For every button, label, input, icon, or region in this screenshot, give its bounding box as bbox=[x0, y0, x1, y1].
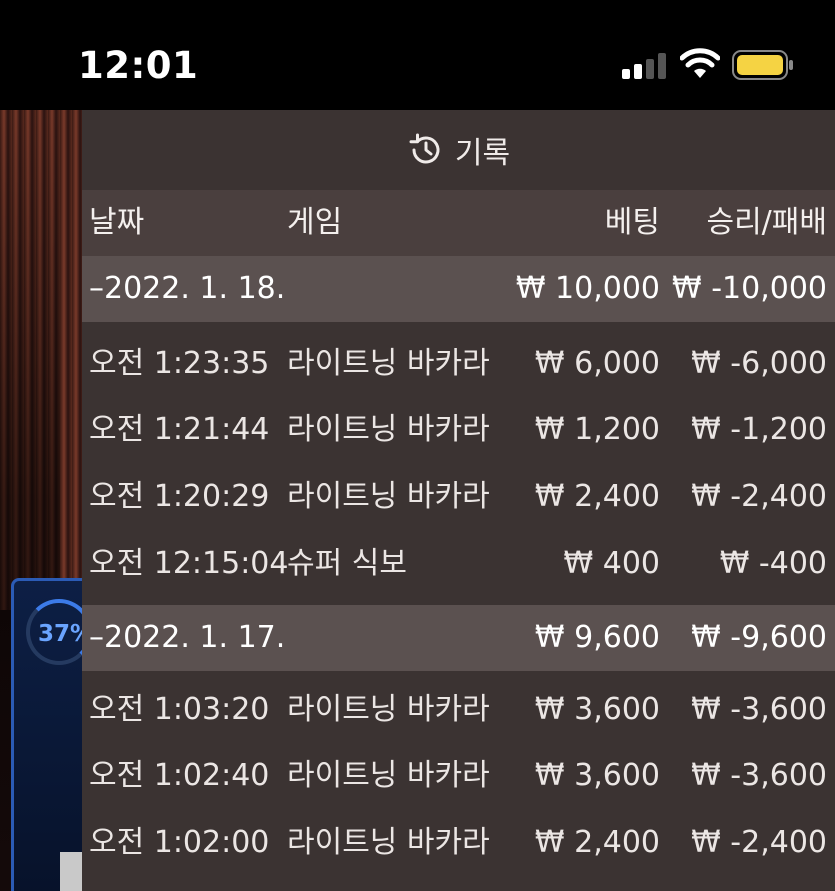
row-time: 오전 1:23:35 bbox=[89, 346, 270, 381]
history-icon bbox=[409, 133, 440, 164]
row-date: –2022. 1. 18. bbox=[89, 271, 286, 306]
column-header-bet: 베팅 bbox=[604, 205, 660, 240]
row-time: 오전 1:21:44 bbox=[89, 412, 270, 447]
row-result: ₩ -6,000 bbox=[691, 346, 827, 381]
history-row[interactable]: 오전 1:02:40 라이트닝 바카라 ₩ 3,600 ₩ -3,600 bbox=[82, 743, 835, 809]
table-header: 날짜 게임 베팅 승리/패배 bbox=[82, 190, 835, 256]
row-bet: ₩ 3,600 bbox=[534, 758, 660, 793]
history-row[interactable]: 오전 12:15:04 슈퍼 식보 ₩ 400 ₩ -400 bbox=[82, 531, 835, 597]
status-time: 12:01 bbox=[78, 44, 199, 87]
row-result: ₩ -9,600 bbox=[691, 620, 827, 655]
column-header-date: 날짜 bbox=[89, 205, 145, 240]
wifi-icon bbox=[680, 48, 720, 78]
row-game: 라이트닝 바카라 bbox=[287, 479, 490, 514]
row-game: 라이트닝 바카라 bbox=[287, 758, 490, 793]
row-result: ₩ -2,400 bbox=[691, 479, 827, 514]
row-time: 오전 1:20:29 bbox=[89, 479, 270, 514]
row-result: ₩ -1,200 bbox=[691, 412, 827, 447]
row-bet: ₩ 9,600 bbox=[534, 620, 660, 655]
row-bet: ₩ 10,000 bbox=[515, 271, 660, 306]
row-bet: ₩ 2,400 bbox=[534, 479, 660, 514]
cellular-signal-icon bbox=[622, 53, 668, 79]
row-result: ₩ -10,000 bbox=[672, 271, 827, 306]
row-result: ₩ -2,400 bbox=[691, 825, 827, 860]
row-game: 라이트닝 바카라 bbox=[287, 346, 490, 381]
row-bet: ₩ 2,400 bbox=[534, 825, 660, 860]
row-bet: ₩ 1,200 bbox=[534, 412, 660, 447]
row-date: –2022. 1. 17. bbox=[89, 620, 286, 655]
history-row[interactable]: 오전 1:23:35 라이트닝 바카라 ₩ 6,000 ₩ -6,000 bbox=[82, 331, 835, 397]
row-bet: ₩ 400 bbox=[563, 546, 660, 581]
history-row[interactable]: 오전 1:21:44 라이트닝 바카라 ₩ 1,200 ₩ -1,200 bbox=[82, 397, 835, 463]
row-game: 라이트닝 바카라 bbox=[287, 692, 490, 727]
row-bet: ₩ 6,000 bbox=[534, 346, 660, 381]
row-game: 슈퍼 식보 bbox=[287, 546, 407, 581]
date-group-row[interactable]: –2022. 1. 18. ₩ 10,000 ₩ -10,000 bbox=[82, 256, 835, 322]
row-game: 라이트닝 바카라 bbox=[287, 825, 490, 860]
row-time: 오전 12:15:04 bbox=[89, 546, 289, 581]
row-time: 오전 1:02:00 bbox=[89, 825, 270, 860]
panel-header: 기록 bbox=[82, 110, 835, 190]
row-time: 오전 1:02:40 bbox=[89, 758, 270, 793]
column-header-result: 승리/패배 bbox=[706, 205, 827, 240]
column-header-game: 게임 bbox=[287, 205, 343, 240]
row-time: 오전 1:03:20 bbox=[89, 692, 270, 727]
date-group-row[interactable]: –2022. 1. 17. ₩ 9,600 ₩ -9,600 bbox=[82, 605, 835, 671]
history-row[interactable]: 오전 1:02:00 라이트닝 바카라 ₩ 2,400 ₩ -2,400 bbox=[82, 810, 835, 876]
row-bet: ₩ 3,600 bbox=[534, 692, 660, 727]
row-result: ₩ -3,600 bbox=[691, 758, 827, 793]
history-row[interactable]: 오전 1:20:29 라이트닝 바카라 ₩ 2,400 ₩ -2,400 bbox=[82, 464, 835, 530]
history-panel: 기록 날짜 게임 베팅 승리/패배 –2022. 1. 18. ₩ 10,000… bbox=[82, 110, 835, 891]
row-result: ₩ -3,600 bbox=[691, 692, 827, 727]
status-bar: 12:01 bbox=[0, 0, 835, 110]
history-row[interactable]: 오전 1:03:20 라이트닝 바카라 ₩ 3,600 ₩ -3,600 bbox=[82, 677, 835, 743]
panel-title: 기록 bbox=[454, 136, 511, 171]
row-game: 라이트닝 바카라 bbox=[287, 412, 490, 447]
battery-icon bbox=[732, 50, 793, 80]
row-result: ₩ -400 bbox=[719, 546, 827, 581]
